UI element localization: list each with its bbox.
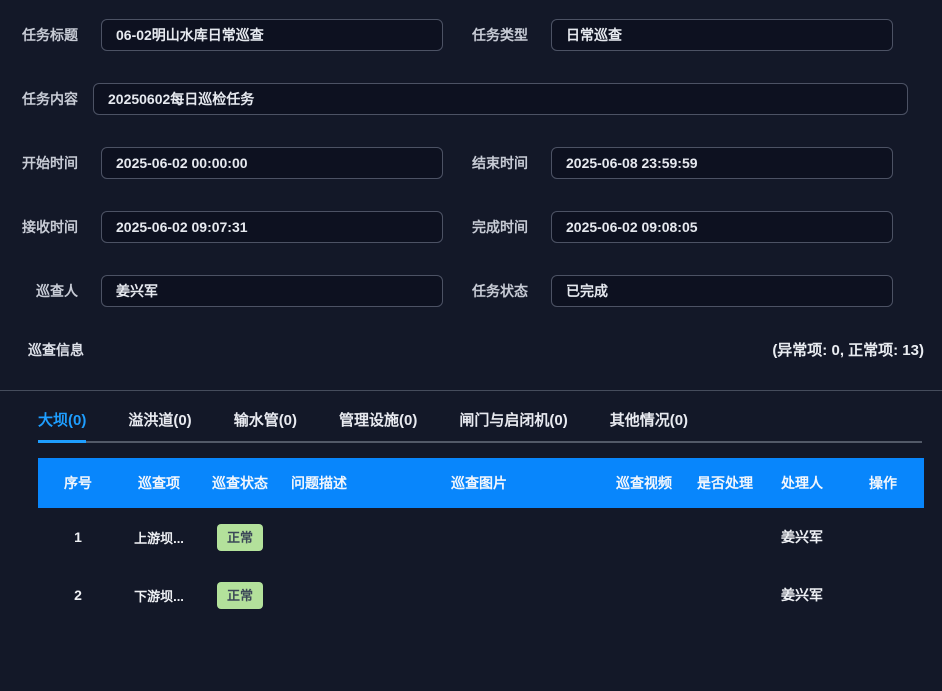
col-header-description: 问题描述	[280, 473, 358, 493]
status-badge-normal: 正常	[217, 524, 263, 551]
task-title-label: 任务标题	[0, 25, 78, 45]
task-type-label: 任务类型	[443, 25, 528, 45]
end-time-label: 结束时间	[443, 153, 528, 173]
task-title-input[interactable]	[101, 19, 443, 51]
cell-item: 下游坝...	[118, 586, 200, 605]
tab-water-pipe[interactable]: 输水管(0)	[234, 396, 297, 443]
form-row: 任务标题 任务类型	[0, 19, 942, 51]
cell-item: 上游坝...	[118, 528, 200, 547]
receive-time-input[interactable]	[101, 211, 443, 243]
tab-spillway[interactable]: 溢洪道(0)	[128, 396, 191, 443]
form-row: 开始时间 结束时间	[0, 147, 942, 179]
tab-other[interactable]: 其他情况(0)	[610, 396, 688, 443]
start-time-label: 开始时间	[0, 153, 78, 173]
table-header-row: 序号 巡查项 巡查状态 问题描述 巡查图片 巡查视频 是否处理 处理人 操作	[38, 458, 924, 508]
inspection-info-header: 巡查信息 (异常项: 0, 正常项: 13)	[28, 339, 924, 390]
receive-time-label: 接收时间	[0, 217, 78, 237]
col-header-handler: 处理人	[762, 473, 842, 493]
section-divider	[0, 390, 942, 391]
end-time-input[interactable]	[551, 147, 893, 179]
task-type-input[interactable]	[551, 19, 893, 51]
cell-status: 正常	[200, 582, 280, 609]
inspector-input[interactable]	[101, 275, 443, 307]
form-row: 任务内容	[0, 83, 942, 115]
task-info-form: 任务标题 任务类型 任务内容 开始时间 结束时间 接收时间 完成时间 巡查人 任…	[0, 0, 942, 307]
col-header-index: 序号	[38, 473, 118, 493]
table-row: 1 上游坝... 正常 姜兴军	[38, 508, 924, 566]
form-row: 巡查人 任务状态	[0, 275, 942, 307]
start-time-input[interactable]	[101, 147, 443, 179]
task-content-label: 任务内容	[0, 89, 78, 109]
cell-handler: 姜兴军	[762, 527, 842, 547]
col-header-item: 巡查项	[118, 473, 200, 493]
task-content-input[interactable]	[93, 83, 908, 115]
col-header-action: 操作	[842, 473, 924, 493]
cell-handler: 姜兴军	[762, 585, 842, 605]
category-tabs: 大坝(0) 溢洪道(0) 输水管(0) 管理设施(0) 闸门与启闭机(0) 其他…	[38, 396, 922, 443]
tab-gate-hoist[interactable]: 闸门与启闭机(0)	[459, 396, 567, 443]
task-status-label: 任务状态	[443, 281, 528, 301]
section-title: 巡查信息	[28, 340, 84, 360]
finish-time-label: 完成时间	[443, 217, 528, 237]
status-badge-normal: 正常	[217, 582, 263, 609]
table-row: 2 下游坝... 正常 姜兴军	[38, 566, 924, 624]
col-header-status: 巡查状态	[200, 473, 280, 493]
finish-time-input[interactable]	[551, 211, 893, 243]
cell-status: 正常	[200, 524, 280, 551]
col-header-handled: 是否处理	[688, 473, 762, 493]
tab-dam[interactable]: 大坝(0)	[38, 396, 86, 443]
tab-management-facility[interactable]: 管理设施(0)	[339, 396, 417, 443]
inspection-table: 序号 巡查项 巡查状态 问题描述 巡查图片 巡查视频 是否处理 处理人 操作 1…	[38, 458, 924, 624]
col-header-image: 巡查图片	[358, 473, 600, 493]
item-count-summary: (异常项: 0, 正常项: 13)	[772, 339, 924, 360]
task-status-input[interactable]	[551, 275, 893, 307]
cell-index: 1	[38, 529, 118, 545]
form-row: 接收时间 完成时间	[0, 211, 942, 243]
inspector-label: 巡查人	[0, 281, 78, 301]
task-detail-page: 任务标题 任务类型 任务内容 开始时间 结束时间 接收时间 完成时间 巡查人 任…	[0, 0, 942, 691]
col-header-video: 巡查视频	[600, 473, 688, 493]
cell-index: 2	[38, 587, 118, 603]
